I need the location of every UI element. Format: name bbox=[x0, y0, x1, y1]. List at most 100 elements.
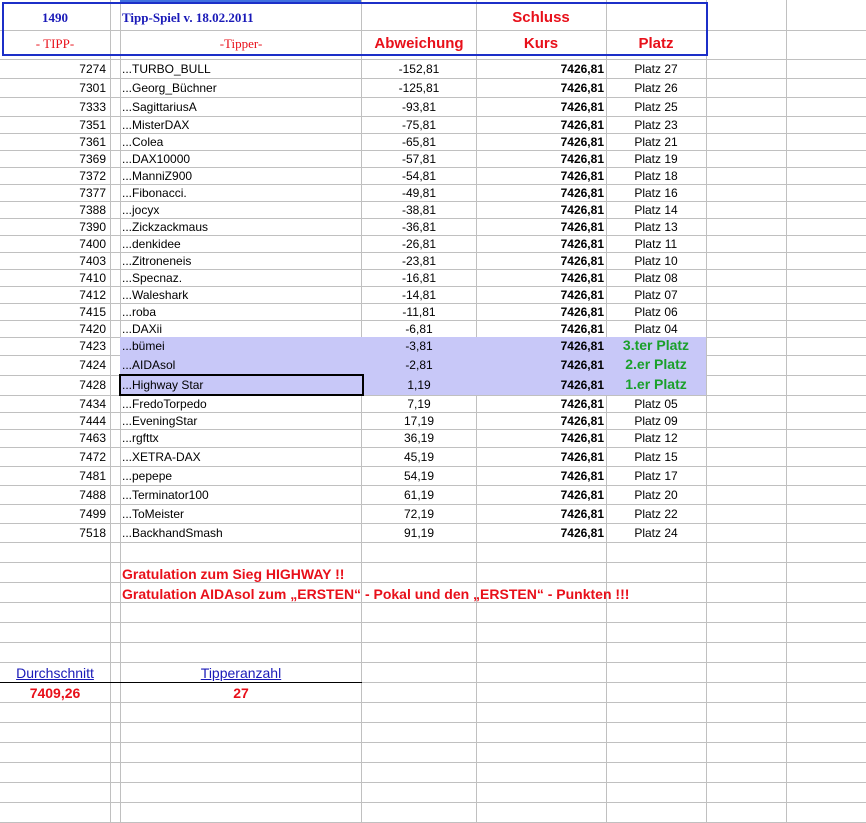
tipp-cell[interactable]: 7361 bbox=[0, 136, 106, 148]
kurs-cell[interactable]: 7426,81 bbox=[476, 398, 604, 410]
abweichung-cell[interactable]: -23,81 bbox=[362, 255, 476, 267]
platz-cell[interactable]: Platz 15 bbox=[606, 451, 706, 463]
tipp-cell[interactable]: 7372 bbox=[0, 170, 106, 182]
kurs-cell[interactable]: 7426,81 bbox=[476, 379, 604, 391]
tipper-name-cell[interactable]: ...BackhandSmash bbox=[122, 527, 223, 539]
platz-cell[interactable]: Platz 13 bbox=[606, 221, 706, 233]
platz-cell[interactable]: Platz 16 bbox=[606, 187, 706, 199]
tipp-cell[interactable]: 7499 bbox=[0, 508, 106, 520]
tipper-name-cell[interactable]: ...AIDAsol bbox=[122, 359, 175, 371]
tipp-cell[interactable]: 7481 bbox=[0, 470, 106, 482]
platz-cell[interactable]: 2.er Platz bbox=[606, 357, 706, 371]
tipp-cell[interactable]: 7333 bbox=[0, 101, 106, 113]
kurs-cell[interactable]: 7426,81 bbox=[476, 221, 604, 233]
kurs-cell[interactable]: 7426,81 bbox=[476, 136, 604, 148]
kurs-cell[interactable]: 7426,81 bbox=[476, 306, 604, 318]
tipp-cell[interactable]: 7463 bbox=[0, 432, 106, 444]
platz-cell[interactable]: Platz 12 bbox=[606, 432, 706, 444]
tipp-cell[interactable]: 7403 bbox=[0, 255, 106, 267]
platz-cell[interactable]: Platz 10 bbox=[606, 255, 706, 267]
kurs-cell[interactable]: 7426,81 bbox=[476, 101, 604, 113]
platz-cell[interactable]: Platz 14 bbox=[606, 204, 706, 216]
tipper-name-cell[interactable]: ...Fibonacci. bbox=[122, 187, 187, 199]
platz-cell[interactable]: Platz 23 bbox=[606, 119, 706, 131]
tipp-cell[interactable]: 7400 bbox=[0, 238, 106, 250]
tipp-cell[interactable]: 7301 bbox=[0, 82, 106, 94]
tipper-name-cell[interactable]: ...denkidee bbox=[122, 238, 181, 250]
platz-cell[interactable]: Platz 04 bbox=[606, 323, 706, 335]
abweichung-cell[interactable]: 36,19 bbox=[362, 432, 476, 444]
kurs-cell[interactable]: 7426,81 bbox=[476, 153, 604, 165]
platz-cell[interactable]: 3.ter Platz bbox=[606, 338, 706, 352]
abweichung-cell[interactable]: 1,19 bbox=[362, 379, 476, 391]
platz-cell[interactable]: Platz 17 bbox=[606, 470, 706, 482]
tipp-cell[interactable]: 7377 bbox=[0, 187, 106, 199]
tipper-name-cell[interactable]: ...Zickzackmaus bbox=[122, 221, 208, 233]
tipp-cell[interactable]: 7518 bbox=[0, 527, 106, 539]
abweichung-cell[interactable]: -57,81 bbox=[362, 153, 476, 165]
tipp-cell[interactable]: 7351 bbox=[0, 119, 106, 131]
tipper-name-cell[interactable]: ...ToMeister bbox=[122, 508, 184, 520]
tipp-cell[interactable]: 7274 bbox=[0, 63, 106, 75]
tipper-name-cell[interactable]: ...rgfttx bbox=[122, 432, 159, 444]
kurs-cell[interactable]: 7426,81 bbox=[476, 359, 604, 371]
kurs-cell[interactable]: 7426,81 bbox=[476, 187, 604, 199]
tipper-name-cell[interactable]: ...Zitroneneis bbox=[122, 255, 191, 267]
abweichung-cell[interactable]: -3,81 bbox=[362, 340, 476, 352]
kurs-cell[interactable]: 7426,81 bbox=[476, 527, 604, 539]
kurs-cell[interactable]: 7426,81 bbox=[476, 508, 604, 520]
tipper-name-cell[interactable]: ...bümei bbox=[122, 340, 165, 352]
tipper-name-cell[interactable]: ...FredoTorpedo bbox=[122, 398, 207, 410]
tipp-cell[interactable]: 7423 bbox=[0, 340, 106, 352]
tipper-name-cell[interactable]: ...Terminator100 bbox=[122, 489, 209, 501]
abweichung-cell[interactable]: 61,19 bbox=[362, 489, 476, 501]
platz-cell[interactable]: Platz 06 bbox=[606, 306, 706, 318]
tipp-cell[interactable]: 7428 bbox=[0, 379, 106, 391]
tipper-name-cell[interactable]: ...ManniZ900 bbox=[122, 170, 192, 182]
tipp-cell[interactable]: 7434 bbox=[0, 398, 106, 410]
tipper-name-cell[interactable]: ...EveningStar bbox=[122, 415, 197, 427]
abweichung-cell[interactable]: -75,81 bbox=[362, 119, 476, 131]
platz-cell[interactable]: Platz 20 bbox=[606, 489, 706, 501]
platz-cell[interactable]: Platz 26 bbox=[606, 82, 706, 94]
abweichung-cell[interactable]: -6,81 bbox=[362, 323, 476, 335]
kurs-cell[interactable]: 7426,81 bbox=[476, 415, 604, 427]
kurs-cell[interactable]: 7426,81 bbox=[476, 82, 604, 94]
tipper-name-cell[interactable]: ...DAX10000 bbox=[122, 153, 190, 165]
abweichung-cell[interactable]: -65,81 bbox=[362, 136, 476, 148]
kurs-cell[interactable]: 7426,81 bbox=[476, 489, 604, 501]
tipp-cell[interactable]: 7415 bbox=[0, 306, 106, 318]
abweichung-cell[interactable]: -26,81 bbox=[362, 238, 476, 250]
platz-cell[interactable]: Platz 21 bbox=[606, 136, 706, 148]
kurs-cell[interactable]: 7426,81 bbox=[476, 323, 604, 335]
abweichung-cell[interactable]: -49,81 bbox=[362, 187, 476, 199]
tipp-cell[interactable]: 7488 bbox=[0, 489, 106, 501]
abweichung-cell[interactable]: -14,81 bbox=[362, 289, 476, 301]
abweichung-cell[interactable]: -38,81 bbox=[362, 204, 476, 216]
abweichung-cell[interactable]: 54,19 bbox=[362, 470, 476, 482]
kurs-cell[interactable]: 7426,81 bbox=[476, 119, 604, 131]
tipp-cell[interactable]: 7412 bbox=[0, 289, 106, 301]
tipper-name-cell[interactable]: ...pepepe bbox=[122, 470, 172, 482]
abweichung-cell[interactable]: -2,81 bbox=[362, 359, 476, 371]
tipp-cell[interactable]: 7444 bbox=[0, 415, 106, 427]
tipper-name-cell[interactable]: ...Georg_Büchner bbox=[122, 82, 217, 94]
tipper-name-cell[interactable]: ...Waleshark bbox=[122, 289, 188, 301]
platz-cell[interactable]: Platz 05 bbox=[606, 398, 706, 410]
tipp-cell[interactable]: 7472 bbox=[0, 451, 106, 463]
abweichung-cell[interactable]: -16,81 bbox=[362, 272, 476, 284]
abweichung-cell[interactable]: -54,81 bbox=[362, 170, 476, 182]
tipper-name-cell[interactable]: ...TURBO_BULL bbox=[122, 63, 211, 75]
abweichung-cell[interactable]: 7,19 bbox=[362, 398, 476, 410]
tipper-name-cell[interactable]: ...roba bbox=[122, 306, 156, 318]
tipp-cell[interactable]: 7369 bbox=[0, 153, 106, 165]
kurs-cell[interactable]: 7426,81 bbox=[476, 238, 604, 250]
abweichung-cell[interactable]: 45,19 bbox=[362, 451, 476, 463]
platz-cell[interactable]: 1.er Platz bbox=[606, 377, 706, 391]
platz-cell[interactable]: Platz 24 bbox=[606, 527, 706, 539]
abweichung-cell[interactable]: 72,19 bbox=[362, 508, 476, 520]
tipp-cell[interactable]: 7420 bbox=[0, 323, 106, 335]
kurs-cell[interactable]: 7426,81 bbox=[476, 340, 604, 352]
abweichung-cell[interactable]: -152,81 bbox=[362, 63, 476, 75]
tipp-cell[interactable]: 7424 bbox=[0, 359, 106, 371]
